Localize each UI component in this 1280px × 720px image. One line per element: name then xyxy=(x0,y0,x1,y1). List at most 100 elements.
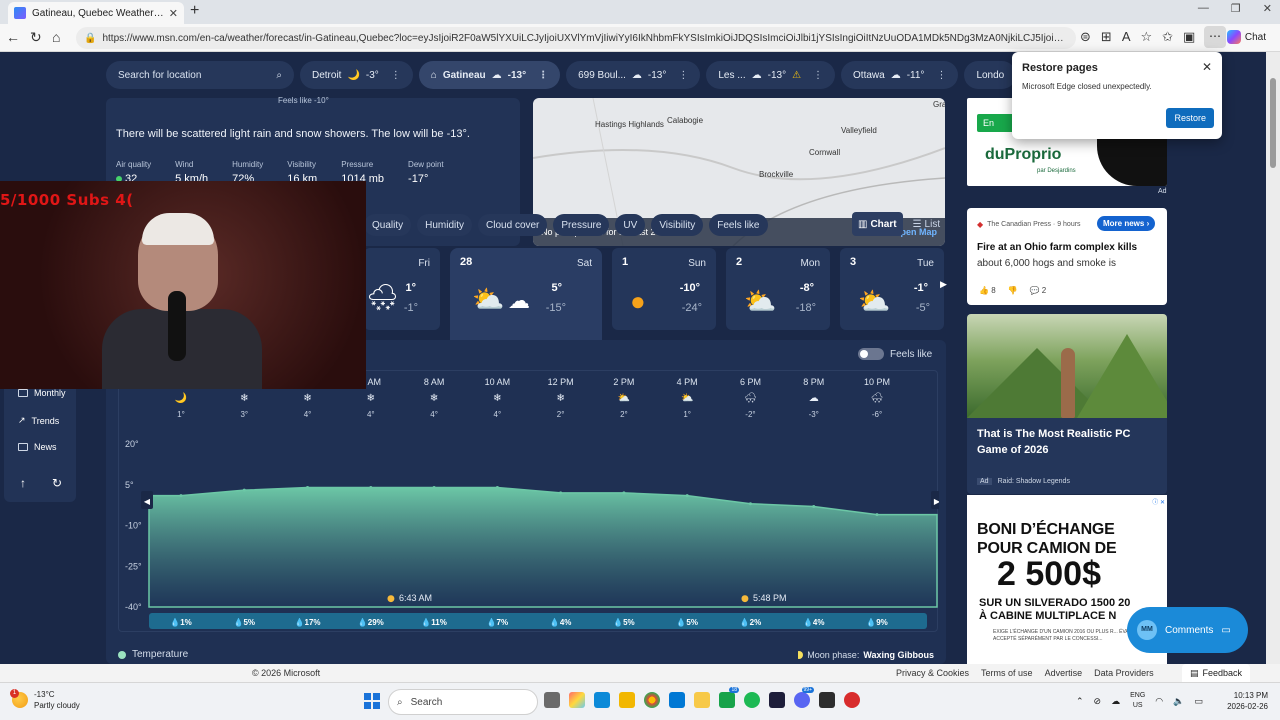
comment-button[interactable]: 💬 2 xyxy=(1030,286,1047,295)
language-indicator[interactable]: ENG US xyxy=(1130,691,1145,711)
restore-button[interactable]: Restore xyxy=(1166,108,1214,128)
maximize-icon[interactable]: ❐ xyxy=(1231,2,1241,15)
close-icon[interactable]: ✕ xyxy=(1202,60,1212,74)
feedback-button[interactable]: ▤ Feedback xyxy=(1182,664,1251,682)
taskbar-clock[interactable]: 10:13 PM 2026-02-26 xyxy=(1227,690,1268,712)
close-window-icon[interactable]: ✕ xyxy=(1263,2,1272,15)
tab-humidity[interactable]: Humidity xyxy=(417,214,473,236)
warning-app-icon[interactable] xyxy=(694,692,710,708)
more-options-icon[interactable]: ⋮ xyxy=(391,70,401,81)
feels-like-toggle[interactable]: Feels like xyxy=(858,348,932,360)
home-icon[interactable]: ⌂ xyxy=(52,30,60,44)
tab-feels-like[interactable]: Feels like xyxy=(709,214,768,236)
url-input[interactable]: 🔒 https://www.msn.com/en-ca/weather/fore… xyxy=(76,27,1076,49)
favorite-star-icon[interactable]: ☆ xyxy=(1140,29,1152,45)
collections-icon[interactable]: ▣ xyxy=(1183,29,1195,45)
discord-icon[interactable]: 99+ xyxy=(794,687,814,708)
footer-link[interactable]: Terms of use xyxy=(981,668,1033,678)
nav-news[interactable]: News xyxy=(18,442,57,452)
metric-dew-point[interactable]: Dew point -17° xyxy=(408,160,444,185)
show-hidden-icons-icon[interactable]: ⌃ xyxy=(1076,696,1084,707)
dislike-icon[interactable]: 👎 xyxy=(1008,286,1018,295)
spotify-icon[interactable] xyxy=(744,692,760,708)
refresh-page-icon[interactable]: ↻ xyxy=(52,476,62,490)
location-detroit[interactable]: Detroit 🌙 -3° ⋮ xyxy=(300,61,413,89)
page-scrollbar[interactable] xyxy=(1266,52,1280,664)
browser-tab[interactable]: Gatineau, Quebec Weather Foreca ✕ xyxy=(8,2,184,24)
tab-visibility[interactable]: Visibility xyxy=(651,214,704,236)
precip-label: 💧4% xyxy=(803,617,825,627)
game-ad-card[interactable]: That is The Most Realistic PC Game of 20… xyxy=(967,314,1167,494)
footer-link[interactable]: Data Providers xyxy=(1094,668,1154,678)
hour-label: 6 PM xyxy=(740,377,761,387)
minimize-icon[interactable]: — xyxy=(1198,2,1209,15)
news-headline[interactable]: Fire at an Ohio farm complex kills about… xyxy=(977,240,1161,272)
scrollbar-thumb[interactable] xyxy=(1270,78,1276,168)
footer-link[interactable]: Privacy & Cookies xyxy=(896,668,969,678)
battery-icon[interactable]: ▭ xyxy=(1194,696,1203,707)
partly-cloudy-icon: ⛅ xyxy=(472,284,505,314)
copilot-app-icon[interactable] xyxy=(569,692,585,708)
new-tab-icon[interactable]: + xyxy=(190,3,199,19)
day-card-sun[interactable]: 1 Sun ● -10° -24° xyxy=(612,248,716,330)
terminal-icon[interactable] xyxy=(819,692,835,708)
day-card-mon[interactable]: 2 Mon ⛅ -8° -18° xyxy=(726,248,830,330)
ad-cta[interactable]: En xyxy=(977,114,1017,132)
news-card[interactable]: ◆ The Canadian Press · 9 hours More news … xyxy=(967,208,1167,305)
app-icon[interactable]: 18 xyxy=(719,687,739,708)
scroll-top-icon[interactable]: ↑ xyxy=(20,476,26,490)
refresh-icon[interactable]: ↻ xyxy=(30,30,42,44)
location-london[interactable]: Londo xyxy=(964,61,1017,89)
more-options-icon[interactable]: ⋮ xyxy=(678,70,688,81)
back-icon[interactable]: ← xyxy=(6,30,20,44)
location-les[interactable]: Les ... ☁ -13° ⚠ ⋮ xyxy=(706,61,836,89)
location-ottawa[interactable]: Ottawa ☁ -11° ⋮ xyxy=(841,61,959,89)
translate-icon[interactable]: ⊜ xyxy=(1080,29,1091,45)
file-explorer-icon[interactable] xyxy=(619,692,635,708)
read-aloud-icon[interactable]: A xyxy=(1122,29,1131,45)
location-gatineau[interactable]: ⌂ Gatineau ☁ -13° ⋮ xyxy=(418,61,561,89)
app-available-icon[interactable]: ⊞ xyxy=(1101,29,1112,45)
taskbar-weather-widget[interactable]: 1 -13°C Partly cloudy xyxy=(10,689,80,711)
obs-icon[interactable] xyxy=(769,692,785,708)
hour-label: 2 PM xyxy=(613,377,634,387)
list-view-button[interactable]: ☰ List xyxy=(907,212,947,236)
comments-button[interactable]: MM Comments ▭ xyxy=(1127,607,1248,653)
cloud-icon[interactable]: ☁ xyxy=(1111,696,1120,707)
day-card-fri[interactable]: Fri 🌨 1° -1° xyxy=(364,248,440,330)
next-days-chevron-icon[interactable]: ▶ xyxy=(940,279,947,290)
adchoices-icon[interactable]: ⓘ ✕ xyxy=(1152,497,1165,506)
store-icon[interactable] xyxy=(669,692,685,708)
tab-pressure[interactable]: Pressure xyxy=(553,214,610,236)
recording-app-icon[interactable] xyxy=(844,692,860,708)
favorites-icon[interactable]: ✩ xyxy=(1162,29,1173,45)
copilot-chat-button[interactable]: Chat xyxy=(1226,30,1266,44)
more-options-icon[interactable]: ⋮ xyxy=(936,70,946,81)
more-options-icon[interactable]: ⋮ xyxy=(538,70,548,81)
toggle-switch[interactable] xyxy=(858,348,884,360)
chart-view-button[interactable]: ▥ Chart xyxy=(852,212,903,236)
location-699-boul[interactable]: 699 Boul... ☁ -13° ⋮ xyxy=(566,61,701,89)
taskbar-search[interactable]: ⌕ Search xyxy=(388,689,538,715)
edge-icon[interactable] xyxy=(594,692,610,708)
volume-icon[interactable]: 🔈 xyxy=(1173,696,1184,707)
task-view-icon[interactable] xyxy=(544,692,560,708)
tab-uv[interactable]: UV xyxy=(615,214,646,236)
more-options-icon[interactable]: ⋮ xyxy=(813,70,823,81)
tab-cloud-cover[interactable]: Cloud cover xyxy=(478,214,548,236)
close-tab-icon[interactable]: ✕ xyxy=(169,7,178,20)
day-card-sat[interactable]: 28 Sat ⛅ ☁ 5° -15° xyxy=(450,248,602,340)
wifi-icon[interactable]: ◠ xyxy=(1155,696,1163,707)
chrome-icon[interactable] xyxy=(644,692,660,708)
start-button-icon[interactable] xyxy=(364,693,380,709)
like-button[interactable]: 👍 8 xyxy=(979,286,996,295)
nav-trends[interactable]: ↗ Trends xyxy=(18,415,59,426)
more-news-button[interactable]: More news › xyxy=(1097,216,1156,231)
nav-monthly[interactable]: Monthly xyxy=(18,388,66,398)
tab-quality[interactable]: Quality xyxy=(364,214,412,236)
settings-more-button[interactable]: ⋯ xyxy=(1204,26,1226,48)
network-off-icon[interactable]: ⊘ xyxy=(1094,696,1102,707)
day-card-tue[interactable]: 3 Tue ⛅ -1° -5° xyxy=(840,248,944,330)
location-search-input[interactable]: Search for location ⌕ xyxy=(106,61,294,89)
footer-link[interactable]: Advertise xyxy=(1045,668,1083,678)
